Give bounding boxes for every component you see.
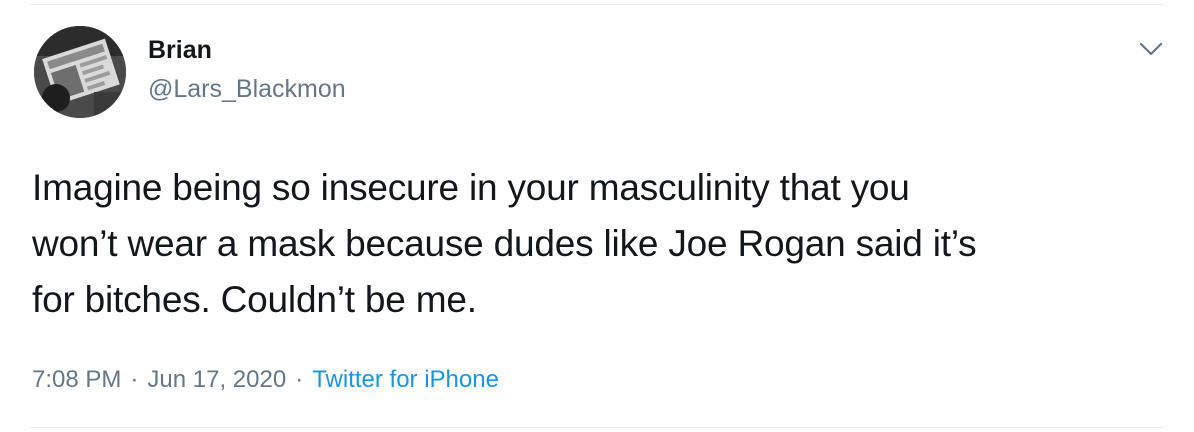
- avatar[interactable]: [34, 26, 126, 118]
- tweet-card: Brian @Lars_Blackmon Imagine being so in…: [0, 0, 1194, 432]
- tweet-date[interactable]: Jun 17, 2020: [147, 366, 286, 393]
- meta-separator: ·: [295, 366, 304, 393]
- bottom-divider: [30, 427, 1164, 428]
- tweet-source-link[interactable]: Twitter for iPhone: [312, 366, 499, 393]
- tweet-meta: 7:08 PM · Jun 17, 2020 · Twitter for iPhone: [32, 366, 499, 394]
- tweet-time[interactable]: 7:08 PM: [32, 366, 121, 393]
- tweet-text-line: for bitches. Couldn’t be me.: [32, 279, 477, 320]
- display-name[interactable]: Brian: [148, 36, 212, 65]
- tweet-text-line: Imagine being so insecure in your mascul…: [32, 167, 910, 208]
- tweet-text-line: won’t wear a mask because dudes like Joe…: [32, 223, 977, 264]
- meta-separator: ·: [130, 366, 139, 393]
- user-handle[interactable]: @Lars_Blackmon: [148, 75, 346, 104]
- tweet-text: Imagine being so insecure in your mascul…: [32, 160, 1172, 328]
- avatar-photo-icon: [34, 26, 126, 118]
- chevron-down-icon[interactable]: [1136, 36, 1166, 62]
